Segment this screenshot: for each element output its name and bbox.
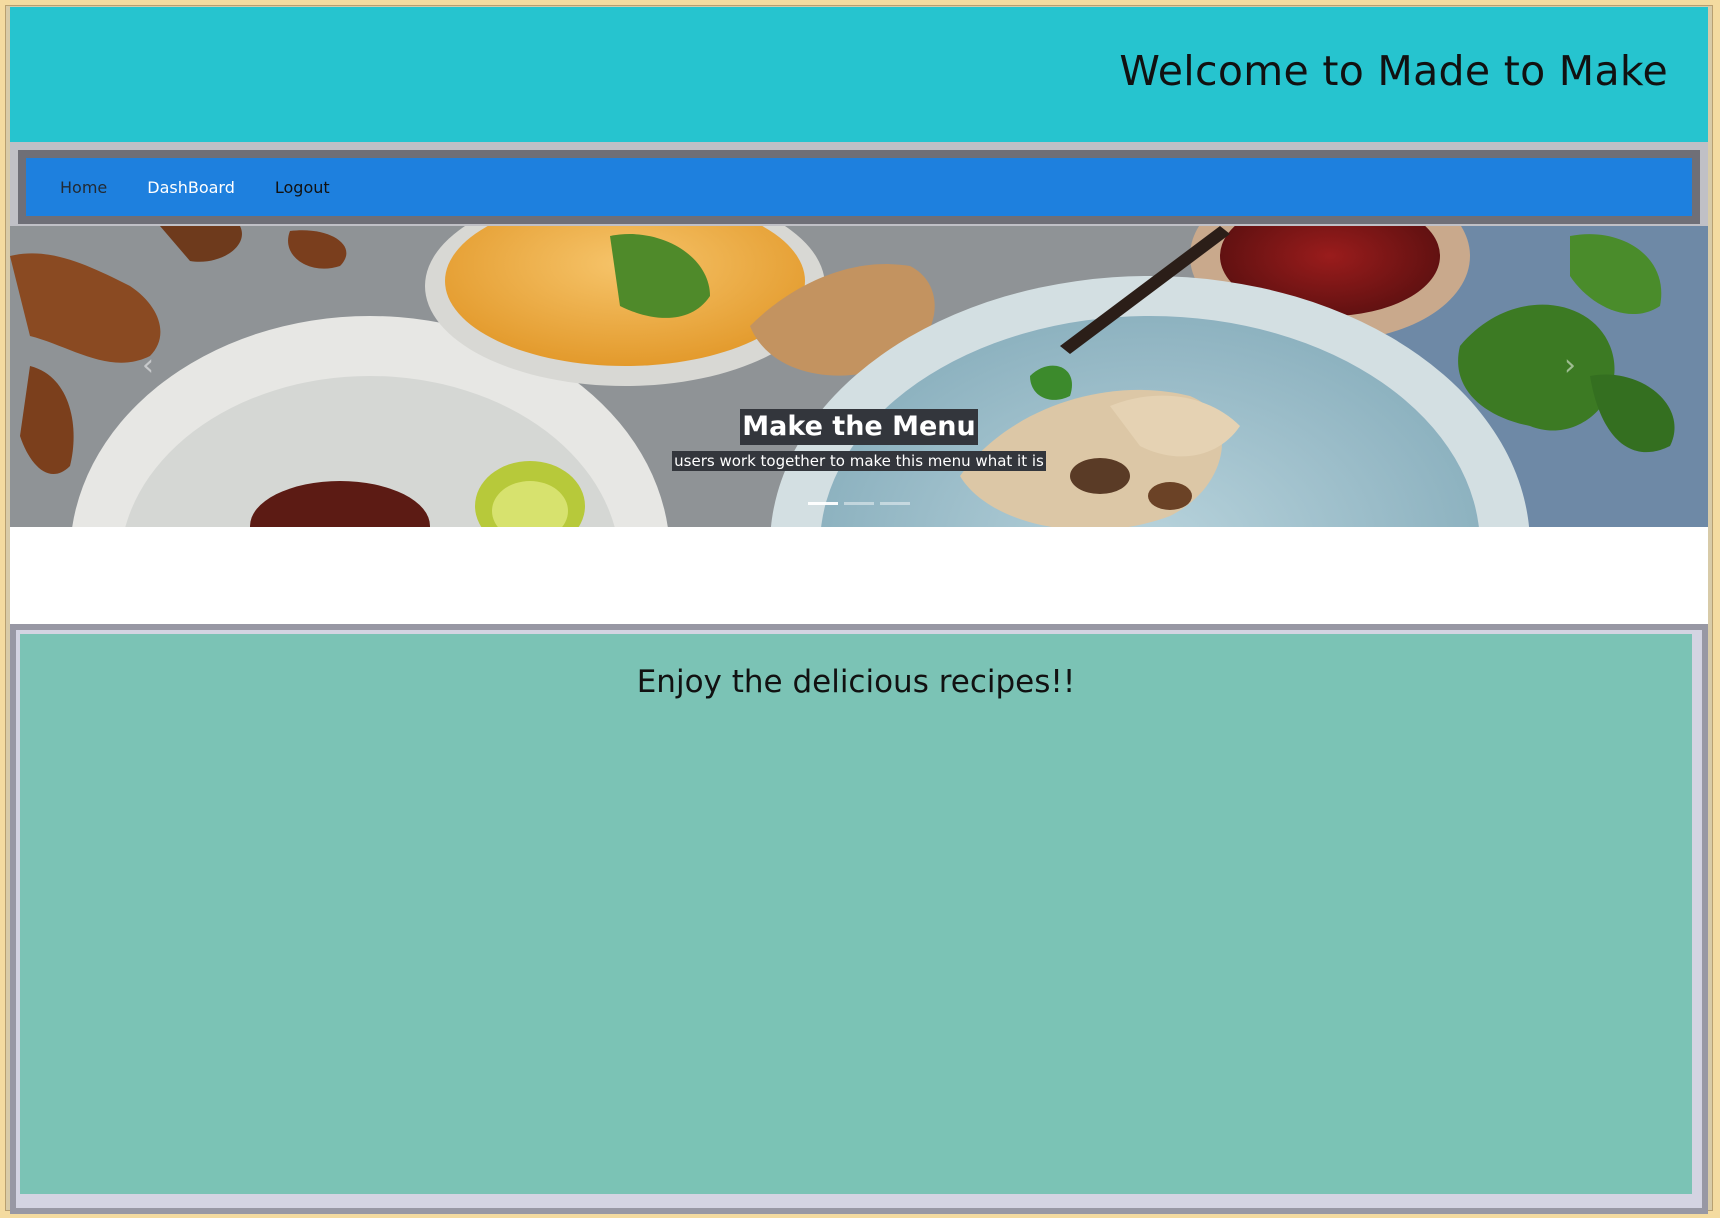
carousel-indicator-3[interactable] (880, 502, 910, 505)
site-title: Welcome to Made to Make (1119, 47, 1668, 95)
spacer (10, 527, 1708, 624)
carousel-indicator-2[interactable] (844, 502, 874, 505)
nav-border: Home DashBoard Logout (18, 150, 1700, 224)
carousel-next-control[interactable]: › (1550, 346, 1590, 386)
carousel-caption: Make the Menu users work together to mak… (10, 409, 1708, 471)
main-nav: Home DashBoard Logout (26, 158, 1692, 216)
food-carousel: ‹ › Make the Menu users work together to… (10, 226, 1708, 527)
nav-frame: Home DashBoard Logout (10, 142, 1708, 232)
recipes-section: Enjoy the delicious recipes!! (20, 634, 1692, 1194)
nav-dashboard-link[interactable]: DashBoard (147, 178, 235, 197)
carousel-indicator-1[interactable] (808, 502, 838, 505)
carousel-prev-control[interactable]: ‹ (128, 346, 168, 386)
site-header: Welcome to Made to Make (10, 7, 1708, 142)
carousel-food-image (10, 226, 1708, 527)
chevron-right-icon: › (1564, 348, 1576, 383)
carousel-caption-text: users work together to make this menu wh… (672, 451, 1046, 471)
carousel-indicators (10, 502, 1708, 505)
nav-home-link[interactable]: Home (60, 178, 107, 197)
page: Welcome to Made to Make Home DashBoard L… (10, 7, 1708, 1214)
section-title: Enjoy the delicious recipes!! (636, 664, 1076, 700)
chevron-left-icon: ‹ (142, 348, 154, 383)
nav-logout-link[interactable]: Logout (275, 178, 330, 197)
content-frame: Enjoy the delicious recipes!! (10, 624, 1708, 1214)
content-border: Enjoy the delicious recipes!! (16, 630, 1702, 1208)
carousel-caption-title: Make the Menu (740, 409, 978, 445)
